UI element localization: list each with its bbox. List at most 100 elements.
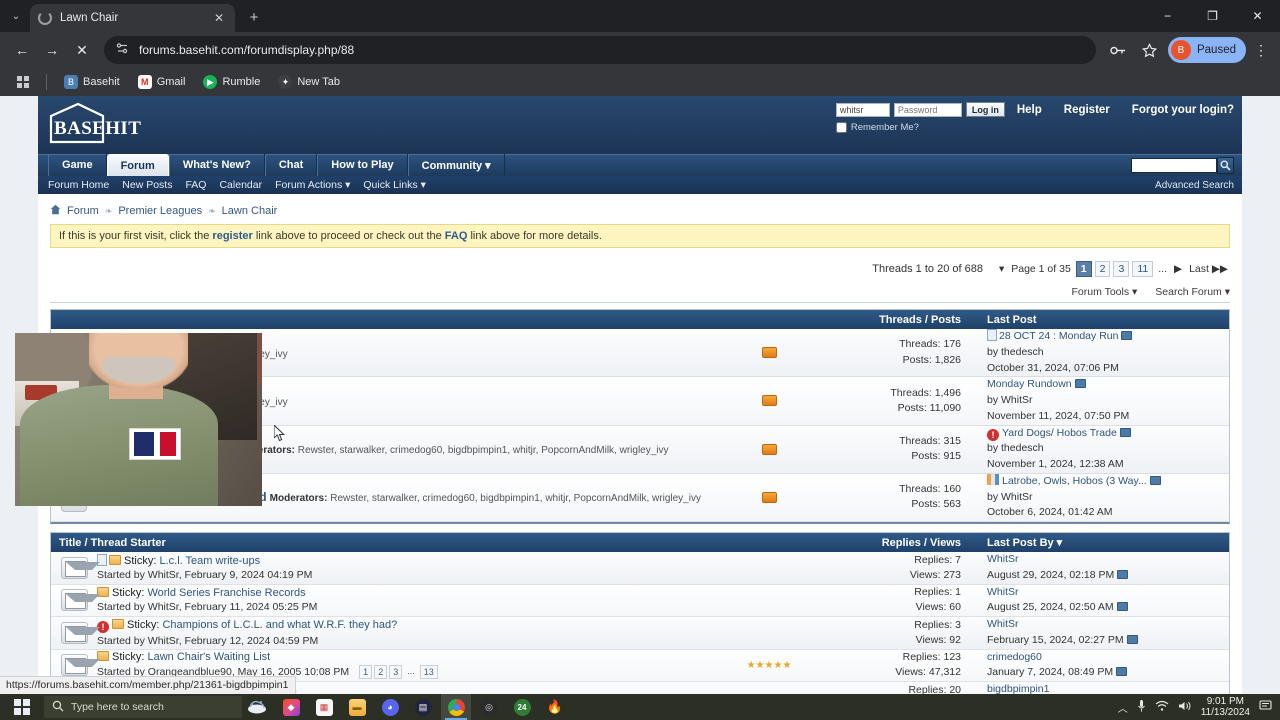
bookmark-new-tab[interactable]: ✦ New Tab [271,72,347,92]
chrome-icon[interactable] [441,694,471,720]
breadcrumb-lawn-chair[interactable]: Lawn Chair [222,205,278,217]
page-button-3[interactable]: 3 [1113,261,1130,277]
subnav-quick-links[interactable]: Quick Links ▾ [363,179,425,191]
maximize-button[interactable]: ❐ [1190,0,1235,32]
store-icon[interactable]: ▦ [309,694,339,720]
go-to-last-post-icon[interactable] [1149,475,1161,485]
search-forum-dropdown[interactable]: Search Forum ▾ [1155,286,1230,298]
site-search-input[interactable] [1131,158,1217,173]
apps-grid-icon[interactable] [10,73,36,91]
go-to-last-post-icon[interactable] [1117,569,1129,579]
obs-icon[interactable]: ◎ [474,694,504,720]
advanced-search-link[interactable]: Advanced Search [1155,180,1234,191]
close-tab-icon[interactable]: ✕ [211,11,227,25]
subnav-forum-home[interactable]: Forum Home [48,179,109,191]
last-post-title[interactable]: Monday Rundown [987,378,1072,390]
page-indicator-label[interactable]: Page 1 of 35 [1009,263,1073,275]
forum-tools-dropdown[interactable]: Forum Tools ▾ [1072,286,1138,298]
24-app-icon[interactable]: 24 [507,694,537,720]
taskbar-clock[interactable]: 9:01 PM 11/13/2024 [1201,696,1250,719]
go-to-last-post-icon[interactable] [1074,379,1086,389]
nav-tab-whats-new[interactable]: What's New? [168,154,265,176]
table-row[interactable]: Sticky: L.c.l. Team write-ups Started by… [51,552,1229,585]
flame-icon[interactable]: 🔥 [540,694,570,720]
forum-rss-icon[interactable] [709,347,829,359]
forum-rss-icon[interactable] [709,395,829,407]
nav-tab-community[interactable]: Community ▾ [407,154,505,176]
last-post-user[interactable]: bigdbpimpin1 [987,683,1049,694]
address-bar[interactable]: forums.basehit.com/forumdisplay.php/88 [104,36,1096,64]
table-row[interactable]: ! Sticky: Champions of L.C.L. and what W.… [51,617,1229,650]
go-to-last-post-icon[interactable] [1116,667,1128,677]
bookmark-rumble[interactable]: ▶ Rumble [196,72,267,92]
thread-page-2[interactable]: 2 [374,665,388,680]
password-input[interactable] [893,102,962,117]
last-post-user[interactable]: WhitSr [987,618,1019,630]
password-key-icon[interactable] [1104,36,1132,64]
bookmark-basehit[interactable]: B Basehit [57,72,127,92]
remember-me-row[interactable]: Remember Me? [835,122,1005,133]
search-icon[interactable] [1217,157,1234,174]
table-row[interactable]: Sticky: World Series Franchise Records S… [51,584,1229,617]
tray-chevron-icon[interactable]: ︿ [1118,700,1128,715]
profile-status-pill[interactable]: B Paused [1167,37,1246,63]
go-to-last-post-icon[interactable] [1116,602,1128,612]
thread-title-link[interactable]: L.c.l. Team write-ups [159,555,260,567]
last-post-title[interactable]: Yard Dogs/ Hobos Trade [1002,427,1117,439]
start-button[interactable] [0,694,44,720]
go-to-last-post-icon[interactable] [1119,427,1131,437]
username-input[interactable] [835,102,890,117]
page-dropdown-caret-icon[interactable]: ▾ [997,263,1006,275]
notice-faq-link[interactable]: FAQ [445,230,468,242]
thread-title-link[interactable]: Champions of L.C.L. and what W.R.F. they… [162,619,397,631]
last-post-user[interactable]: crimedog60 [987,651,1042,663]
subnav-new-posts[interactable]: New Posts [122,179,172,191]
breadcrumb-premier-leagues[interactable]: Premier Leagues [118,205,202,217]
nav-tab-chat[interactable]: Chat [264,154,318,176]
notice-register-link[interactable]: register [212,230,252,242]
thread-page-1[interactable]: 1 [359,665,373,680]
discord-icon[interactable]: ◕ [375,694,405,720]
cortana-icon[interactable] [242,695,272,719]
network-icon[interactable] [1155,700,1169,715]
nav-tab-how-to-play[interactable]: How to Play [317,154,408,176]
subnav-faq[interactable]: FAQ [185,179,206,191]
taskbar-search-box[interactable]: Type here to search [44,696,242,718]
thread-title-link[interactable]: Lawn Chair's Waiting List [147,651,270,663]
remember-me-checkbox[interactable] [835,122,847,133]
forward-icon[interactable]: → [38,36,66,64]
stop-loading-icon[interactable]: ✕ [68,36,96,64]
thread-page-13[interactable]: 13 [419,665,438,680]
last-post-title[interactable]: 28 OCT 24 : Monday Run [999,330,1118,342]
page-button-1[interactable]: 1 [1075,261,1092,277]
microphone-icon[interactable] [1137,699,1146,716]
site-settings-icon[interactable] [116,42,129,58]
browser-menu-icon[interactable]: ⋮ [1250,42,1272,59]
forgot-login-link[interactable]: Forgot your login? [1132,104,1234,116]
calculator-icon[interactable]: ▤ [408,694,438,720]
basehit-logo[interactable]: BASEHIT [48,102,144,148]
tab-search-chevron-icon[interactable]: ⌄ [2,2,30,30]
go-to-last-post-icon[interactable] [1126,634,1138,644]
close-window-button[interactable]: ✕ [1235,0,1280,32]
help-link[interactable]: Help [1017,104,1042,116]
login-button[interactable]: Log in [965,102,1005,117]
file-explorer-icon[interactable]: ▬ [342,694,372,720]
home-icon[interactable] [50,204,61,218]
thread-page-3[interactable]: 3 [389,665,403,680]
notifications-icon[interactable] [1259,699,1272,715]
new-tab-button[interactable]: + [241,4,267,30]
breadcrumb-forum[interactable]: Forum [67,205,99,217]
register-link[interactable]: Register [1064,104,1110,116]
page-button-11[interactable]: 11 [1132,261,1154,277]
subnav-calendar[interactable]: Calendar [219,179,262,191]
last-post-title[interactable]: Latrobe, Owls, Hobos (3 Way... [1002,475,1147,487]
page-button-2[interactable]: 2 [1094,261,1111,277]
bookmark-star-icon[interactable] [1136,36,1164,64]
col-title-thread-starter[interactable]: Title / Thread Starter [51,537,709,549]
nav-tab-forum[interactable]: Forum [106,154,169,176]
last-post-user[interactable]: WhitSr [987,586,1019,598]
last-post-user[interactable]: WhitSr [987,553,1019,565]
forum-rss-icon[interactable] [709,443,829,455]
forum-rss-icon[interactable] [709,491,829,503]
